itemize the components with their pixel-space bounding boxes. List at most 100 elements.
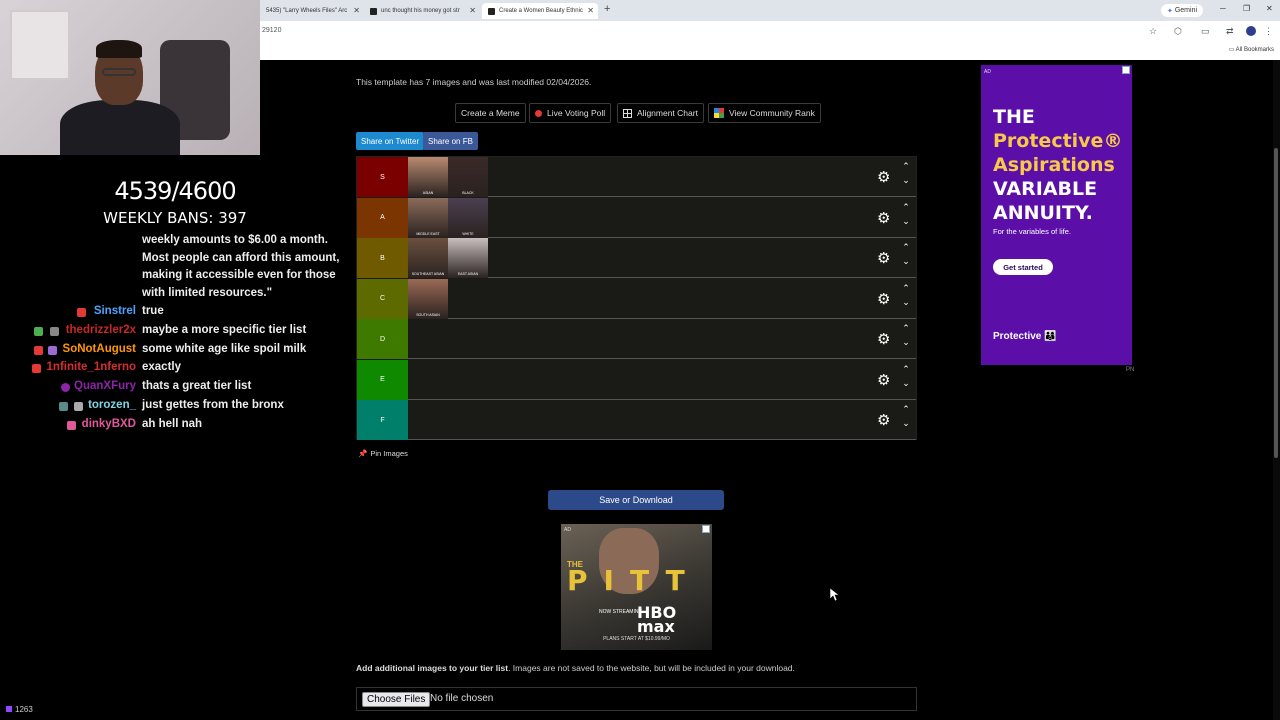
chevron-up-icon[interactable]: ⌃	[900, 362, 912, 376]
tier-label[interactable]: F	[357, 400, 408, 440]
restore-icon[interactable]: ❐	[1243, 4, 1250, 13]
close-icon[interactable]: ✕	[469, 6, 476, 15]
chevron-up-icon[interactable]: ⌃	[900, 159, 912, 173]
tier-label[interactable]: E	[357, 359, 408, 400]
chevron-up-icon[interactable]: ⌃	[900, 402, 912, 416]
chat-username[interactable]: dinkyBXD	[82, 418, 136, 430]
cam-window	[10, 10, 70, 80]
chevron-down-icon[interactable]: ⌄	[900, 295, 912, 309]
save-download-button[interactable]: Save or Download	[548, 490, 724, 510]
sidebar-icon[interactable]: ▭	[1201, 26, 1210, 37]
chat-continuation-line: Most people can afford this amount,	[142, 251, 340, 264]
badge-icon	[34, 346, 43, 355]
chat-username[interactable]: 1nfinite_1nferno	[47, 361, 136, 373]
ad-choices-icon[interactable]	[1122, 66, 1130, 74]
chat-username[interactable]: QuanXFury	[74, 380, 136, 392]
gear-icon[interactable]: ⚙	[877, 290, 890, 308]
tier-image[interactable]: SOUTH ASIAN	[408, 278, 448, 319]
chevron-up-icon[interactable]: ⌃	[900, 281, 912, 295]
tier-image[interactable]: BLACK	[448, 157, 488, 197]
tier-label[interactable]: S	[357, 157, 408, 197]
extensions-icon[interactable]: ⬡	[1174, 26, 1182, 37]
gear-icon[interactable]: ⚙	[877, 371, 890, 389]
chevron-down-icon[interactable]: ⌄	[900, 173, 912, 187]
tier-image[interactable]: WHITE	[448, 197, 488, 238]
chevron-up-icon[interactable]: ⌃	[900, 200, 912, 214]
chevron-down-icon[interactable]: ⌄	[900, 254, 912, 268]
weekly-bans: WEEKLY BANS: 397	[103, 209, 247, 227]
chevron-down-icon[interactable]: ⌄	[900, 416, 912, 430]
scrollbar-thumb[interactable]	[1274, 148, 1278, 458]
chat-username[interactable]: Sinstrel	[94, 305, 136, 317]
tier-image[interactable]: MIDDLE EAST	[408, 197, 448, 238]
badge-icon	[67, 421, 76, 430]
move-arrows: ⌃ ⌄	[900, 362, 912, 390]
alignment-label: Alignment Chart	[637, 108, 698, 118]
chat-message: thedrizzler2x maybe a more specific tier…	[0, 324, 340, 342]
chevron-down-icon[interactable]: ⌄	[900, 214, 912, 228]
tab-2[interactable]: unc thought his money got str ✕	[364, 3, 480, 19]
tab-1-label: 5435) "Larry Wheels Files" Arc	[266, 8, 348, 14]
tier-label[interactable]: A	[357, 197, 408, 238]
gemini-button[interactable]: ✦ Gemini	[1161, 4, 1203, 17]
chevron-up-icon[interactable]: ⌃	[900, 321, 912, 335]
live-voting-poll-button[interactable]: Live Voting Poll	[529, 103, 612, 123]
ban-count: 4539/4600	[114, 177, 236, 205]
tab-1[interactable]: 5435) "Larry Wheels Files" Arc ✕	[260, 3, 364, 19]
gear-icon[interactable]: ⚙	[877, 411, 890, 429]
tier-label[interactable]: B	[357, 238, 408, 278]
mosaic-icon	[714, 108, 724, 118]
chat-continuation-line: making it accessible even for those	[142, 269, 336, 281]
community-rank-button[interactable]: View Community Rank	[708, 103, 821, 123]
ad-plans-text: PLANS START AT $10.99/MO	[603, 636, 670, 642]
badge-icon	[74, 402, 83, 411]
hbo-ad[interactable]: THE PITT NOW STREAMING HBO max PLANS STA…	[561, 524, 712, 650]
choose-files-button[interactable]: Choose Files	[362, 692, 431, 707]
all-bookmarks[interactable]: ▭ All Bookmarks	[1229, 46, 1274, 53]
menu-icon[interactable]: ⋮	[1264, 26, 1273, 37]
tab-3[interactable]: Create a Women Beauty Ethnic ✕	[482, 3, 598, 19]
gear-icon[interactable]: ⚙	[877, 209, 890, 227]
profile-switch-icon[interactable]: ⇄	[1226, 26, 1234, 37]
alignment-chart-button[interactable]: Alignment Chart	[617, 103, 704, 123]
avatar[interactable]	[1246, 26, 1256, 36]
ad-choices-icon[interactable]	[702, 525, 710, 533]
tier-image[interactable]: EAST ASIAN	[448, 238, 488, 278]
share-twitter-button[interactable]: Share on Twitter	[356, 132, 425, 150]
chat-username[interactable]: torozen_	[88, 399, 136, 411]
new-tab-button[interactable]: +	[604, 3, 610, 15]
scrollbar[interactable]	[1273, 60, 1280, 720]
close-icon[interactable]: ✕	[587, 6, 594, 15]
tier-label[interactable]: C	[357, 278, 408, 319]
address-bar[interactable]: 29120 ☆ ⬡ ▭ ⇄ ⋮	[260, 21, 1280, 42]
tier-label[interactable]: D	[357, 319, 408, 359]
minimize-icon[interactable]: ─	[1220, 4, 1226, 13]
close-icon[interactable]: ✕	[353, 6, 360, 15]
tier-row-e: E ⚙ ⌃ ⌄	[357, 359, 916, 400]
star-icon[interactable]: ☆	[1149, 26, 1157, 37]
chat-message: 1nfinite_1nferno exactly	[0, 361, 340, 379]
chat-username[interactable]: thedrizzler2x	[66, 324, 136, 336]
gear-icon[interactable]: ⚙	[877, 249, 890, 267]
close-window-icon[interactable]: ✕	[1266, 4, 1273, 13]
tier-image[interactable]: ASIAN	[408, 157, 448, 197]
tier-image[interactable]: SOUTHEAST ASIAN	[408, 238, 448, 278]
move-arrows: ⌃ ⌄	[900, 159, 912, 187]
gear-icon[interactable]: ⚙	[877, 168, 890, 186]
chat-continuation: weekly amounts to $6.00 a month. Most pe…	[0, 232, 340, 302]
url-text[interactable]: 29120	[262, 27, 281, 34]
file-input[interactable]: Choose Files No file chosen	[356, 687, 917, 711]
pin-images-toggle[interactable]: 📌 Pin Images	[358, 449, 408, 458]
pn-tag: PN	[1126, 367, 1135, 373]
share-fb-button[interactable]: Share on FB	[423, 132, 478, 150]
chevron-down-icon[interactable]: ⌄	[900, 335, 912, 349]
chat-username[interactable]: SoNotAugust	[63, 343, 136, 355]
chevron-up-icon[interactable]: ⌃	[900, 240, 912, 254]
protective-brand: Protective	[993, 331, 1042, 342]
protective-ad[interactable]: AD THE Protective® Aspirations VARIABLE …	[981, 65, 1132, 365]
chevron-down-icon[interactable]: ⌄	[900, 376, 912, 390]
get-started-button[interactable]: Get started	[993, 259, 1053, 275]
live-poll-label: Live Voting Poll	[547, 108, 606, 118]
gear-icon[interactable]: ⚙	[877, 330, 890, 348]
create-meme-button[interactable]: Create a Meme	[455, 103, 526, 123]
